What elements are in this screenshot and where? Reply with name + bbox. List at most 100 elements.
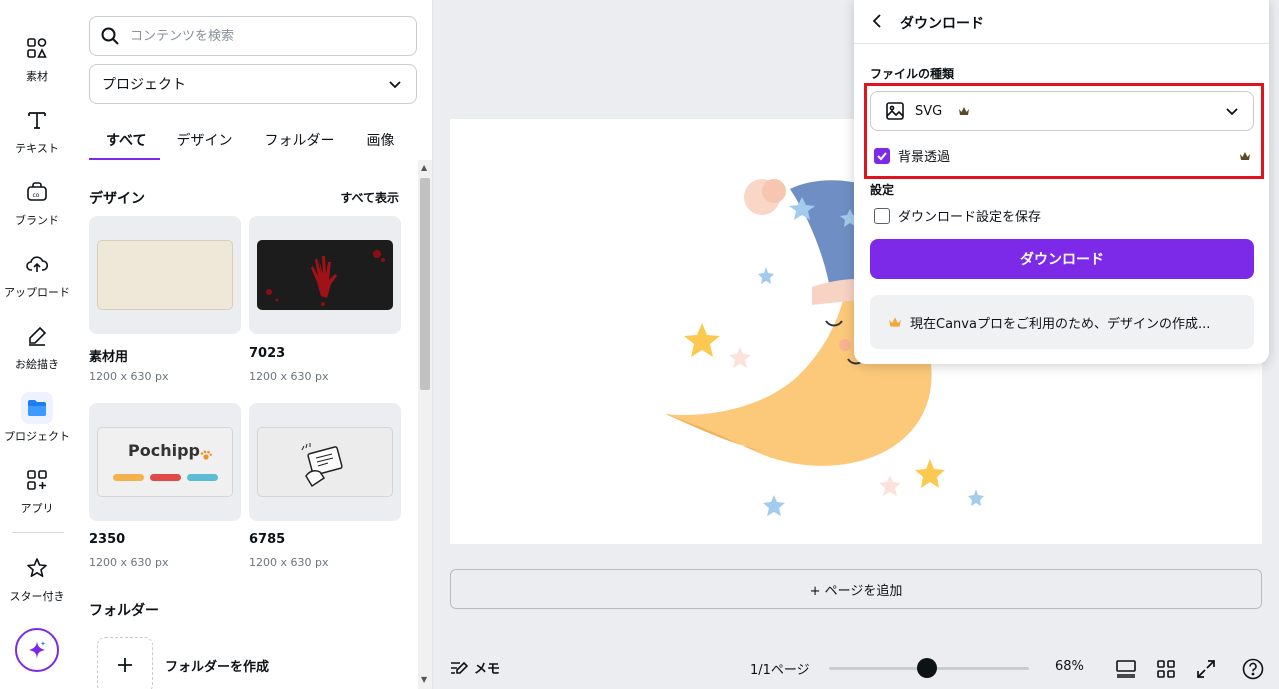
thumb-button-blue [187, 474, 218, 481]
rail-item-draw[interactable]: お絵描き [0, 320, 74, 372]
canva-pro-notice: 現在Canvaプロをご利用のため、デザインの作成... [870, 295, 1254, 349]
thumb-button-red [150, 474, 181, 481]
chevron-down-icon [1226, 108, 1238, 116]
chevron-down-icon [389, 81, 401, 89]
save-settings-checkbox[interactable] [874, 207, 890, 224]
settings-label: 設定 [870, 183, 895, 197]
fullscreen-icon [1197, 660, 1215, 678]
bottom-toolbar: メモ 1/1ページ 68% [433, 648, 1279, 689]
scroll-up-arrow[interactable]: ▲ [421, 163, 427, 172]
apps-icon [21, 464, 53, 496]
design-card-4[interactable] [249, 403, 401, 521]
add-page-button[interactable]: + ページを追加 [450, 569, 1262, 609]
transparent-bg-label: 背景透過 [898, 150, 951, 165]
crown-icon [889, 317, 901, 327]
memo-button[interactable]: メモ [450, 658, 500, 677]
tablet-hand-illustration [301, 443, 343, 488]
rail-divider [12, 532, 64, 533]
scroll-down-arrow[interactable]: ▼ [421, 675, 427, 684]
design-thumbnail [97, 240, 233, 310]
zoom-level[interactable]: 68% [1055, 659, 1084, 674]
rail-label-apps: アプリ [20, 502, 54, 515]
fullscreen-button[interactable] [1194, 657, 1218, 681]
transparent-bg-option[interactable]: 背景透過 [874, 146, 950, 165]
file-type-select[interactable]: SVG [870, 91, 1254, 131]
rail-item-starred[interactable]: スター付き [0, 552, 74, 604]
search-box[interactable] [89, 16, 417, 56]
design-name: 2350 [89, 532, 126, 547]
folder-section-title: フォルダー [89, 603, 159, 619]
thumb-button-orange [113, 474, 144, 481]
project-filter-value: プロジェクト [102, 77, 186, 93]
grid-view-button[interactable] [1154, 657, 1178, 681]
file-type-value: SVG [915, 103, 943, 119]
tab-folders[interactable]: フォルダー [248, 126, 350, 160]
download-panel-title: ダウンロード [900, 16, 984, 32]
paw-icon [200, 450, 212, 460]
rail-label-projects: プロジェクト [4, 430, 70, 443]
design-card-3[interactable]: Pochipp [89, 403, 241, 521]
design-card-2[interactable] [249, 216, 401, 334]
plus-icon [118, 658, 132, 672]
rail-label-brand: ブランド [15, 214, 59, 227]
design-size: 1200 x 630 px [89, 370, 169, 383]
create-folder-label[interactable]: フォルダーを作成 [165, 656, 269, 675]
download-button[interactable]: ダウンロード [870, 239, 1254, 279]
rail-label-starred: スター付き [9, 590, 65, 603]
save-settings-label: ダウンロード設定を保存 [898, 210, 1042, 225]
transparent-bg-checkbox[interactable] [874, 147, 890, 164]
rail-item-upload[interactable]: アップロード [0, 248, 74, 300]
memo-label: メモ [474, 662, 501, 677]
page-count[interactable]: 1/1ページ [750, 659, 810, 678]
draw-icon [21, 320, 53, 352]
download-panel: ダウンロード ファイルの種類 SVG 背景透過 設定 ダウンロード設定を保存 ダ… [854, 0, 1269, 364]
checkmark-icon [877, 151, 887, 160]
notes-icon [451, 661, 468, 674]
help-button[interactable] [1241, 657, 1265, 681]
rail-item-text[interactable]: テキスト [0, 104, 74, 156]
crown-icon [959, 107, 970, 115]
design-name: 7023 [249, 346, 286, 361]
save-settings-option[interactable]: ダウンロード設定を保存 [874, 206, 1041, 225]
see-all-link[interactable]: すべて表示 [340, 189, 399, 206]
rail-item-apps[interactable]: アプリ [0, 464, 74, 516]
tab-designs[interactable]: デザイン [160, 126, 248, 160]
page-view-button[interactable] [1114, 657, 1138, 681]
panel-scrollbar[interactable]: ▲ ▼ [418, 160, 432, 689]
star-icon [21, 552, 53, 584]
search-input[interactable] [130, 28, 400, 44]
rail-item-elements[interactable]: 素材 [0, 32, 74, 84]
magic-sparkle-button[interactable] [15, 628, 59, 672]
zoom-slider-handle[interactable] [917, 658, 937, 678]
tab-images[interactable]: 画像 [350, 126, 410, 160]
create-folder-button[interactable] [97, 637, 153, 689]
rail-item-brand[interactable]: co ブランド [0, 176, 74, 228]
design-name: 素材用 [89, 350, 129, 365]
sparkle-icon [29, 641, 46, 659]
rail-label-upload: アップロード [4, 286, 70, 299]
design-size: 1200 x 630 px [249, 556, 329, 569]
design-name: 6785 [249, 532, 286, 547]
back-chevron-icon[interactable] [870, 13, 886, 29]
crown-icon [1240, 152, 1250, 160]
help-icon [1242, 658, 1264, 680]
rail-item-projects[interactable]: プロジェクト [0, 392, 74, 444]
brand-icon: co [21, 176, 53, 208]
project-filter-select[interactable]: プロジェクト [89, 64, 417, 104]
image-file-icon [886, 102, 904, 120]
folder-icon [21, 392, 53, 424]
rail-label-elements: 素材 [26, 70, 48, 83]
design-card-1[interactable] [89, 216, 241, 334]
upload-icon [21, 248, 53, 280]
panel-scroll-area: デザイン すべて表示 素材用 1200 x 630 px 7023 1200 x… [74, 170, 419, 689]
left-rail: 素材 テキスト co ブランド アップロード お絵描き プロジェクト アプリ ス… [0, 0, 74, 689]
download-panel-header: ダウンロード [854, 0, 1269, 44]
design-size: 1200 x 630 px [89, 556, 169, 569]
design-section-title: デザイン [89, 191, 145, 207]
scrollbar-thumb[interactable] [420, 178, 430, 390]
rail-label-text: テキスト [15, 142, 59, 155]
file-type-label: ファイルの種類 [870, 67, 955, 81]
text-icon [21, 104, 53, 136]
tab-all[interactable]: すべて [89, 126, 161, 160]
rail-label-draw: お絵描き [15, 358, 59, 371]
